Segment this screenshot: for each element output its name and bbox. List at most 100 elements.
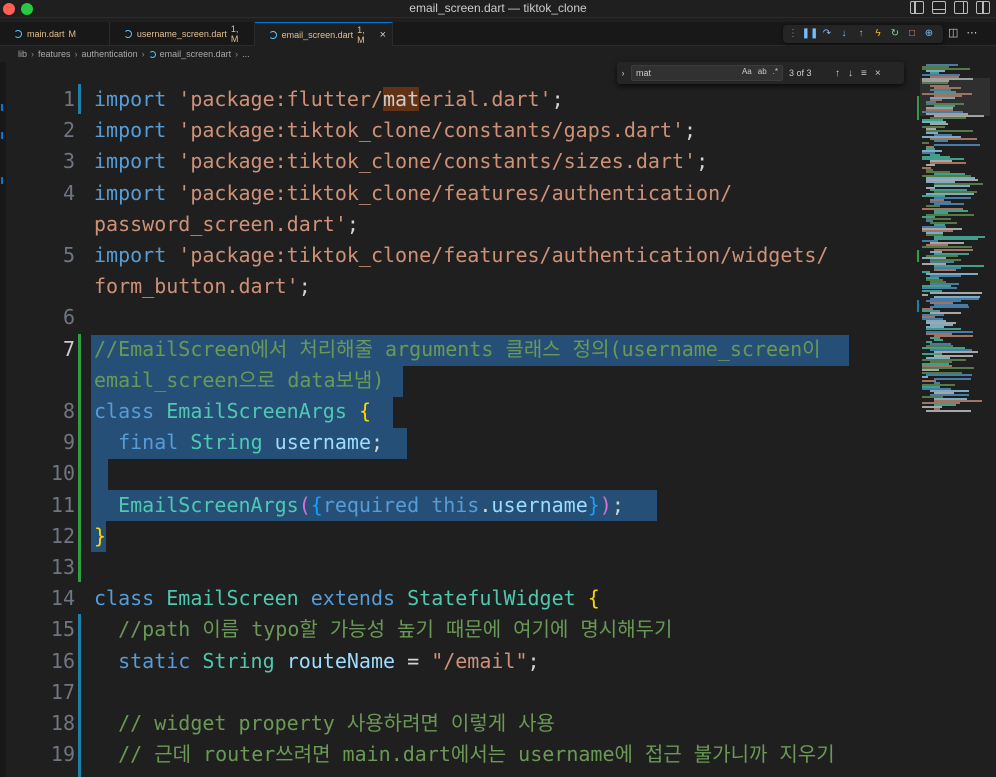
- window-title: email_screen.dart — tiktok_clone: [409, 1, 587, 15]
- code-token: import: [94, 243, 167, 267]
- minimap-line: [934, 269, 956, 271]
- code-editor[interactable]: 1 import 'package:flutter/material.dart';…: [0, 84, 915, 777]
- step-over-icon[interactable]: ↷: [822, 28, 832, 40]
- code-line[interactable]: EmailScreenArgs({required this.username}…: [94, 490, 624, 521]
- close-find-icon[interactable]: ×: [875, 68, 881, 79]
- breadcrumb-item[interactable]: ...: [242, 49, 250, 59]
- line-number: 2: [62, 118, 75, 143]
- line-number: 16: [50, 648, 75, 673]
- code-token: {: [310, 492, 323, 517]
- pause-icon[interactable]: ❚❚: [802, 28, 819, 40]
- code-token: EmailScreenArgs: [166, 399, 347, 423]
- code-token: {: [587, 586, 600, 611]
- code-token: //EmailScreen에서 처리해줄 arguments 클래스 정의(us…: [94, 336, 821, 361]
- code-line[interactable]: import 'package:tiktok_clone/features/au…: [94, 240, 829, 271]
- code-line[interactable]: // widget property 사용하려면 이렇게 사용: [94, 708, 555, 739]
- breadcrumb: lib › features › authentication › email_…: [18, 47, 250, 61]
- code-token: "/email": [431, 648, 528, 673]
- previous-match-icon[interactable]: ↑: [835, 68, 840, 79]
- dart-file-icon: [148, 50, 156, 58]
- code-token: ;: [527, 648, 540, 673]
- code-token: ): [599, 492, 612, 517]
- code-token: extends: [310, 586, 396, 611]
- toggle-primary-sidebar-icon[interactable]: [910, 1, 924, 14]
- regex-toggle[interactable]: .*: [773, 67, 778, 76]
- code-line[interactable]: }: [94, 521, 106, 552]
- minimap-line: [934, 184, 970, 187]
- customize-layout-icon[interactable]: [976, 1, 990, 14]
- stop-icon[interactable]: □: [907, 28, 917, 40]
- minimap-line: [930, 162, 966, 165]
- code-token: 'package:flutter/: [178, 87, 383, 111]
- debug-toolbar: ⋮ ❚❚ ↷ ↓ ↑ ϟ ↻ □ ⊕: [783, 25, 943, 43]
- next-match-icon[interactable]: ↓: [848, 68, 853, 79]
- find-query: mat: [636, 68, 652, 78]
- code-token: static: [118, 648, 191, 673]
- open-devtools-icon[interactable]: ⊕: [924, 28, 934, 40]
- toggle-panel-icon[interactable]: [932, 1, 946, 14]
- code-token: class: [94, 586, 155, 611]
- code-token: (: [298, 492, 311, 517]
- tab-email-screen[interactable]: email_screen.dart 1, M ×: [255, 22, 393, 46]
- code-line[interactable]: import 'package:tiktok_clone/constants/g…: [94, 115, 696, 146]
- code-line[interactable]: form_button.dart';: [94, 271, 311, 302]
- tab-status: 1, M: [357, 24, 365, 45]
- code-line[interactable]: class EmailScreen extends StatefulWidget…: [94, 583, 600, 614]
- hot-reload-icon[interactable]: ϟ: [873, 28, 883, 40]
- close-tab-icon[interactable]: ×: [380, 29, 386, 41]
- split-editor-icon[interactable]: ◫: [948, 26, 958, 39]
- match-case-toggle[interactable]: Aa: [742, 67, 752, 76]
- tab-username-screen[interactable]: username_screen.dart 1, M: [110, 22, 255, 46]
- minimap[interactable]: [920, 62, 992, 422]
- tab-main-dart[interactable]: main.dart M: [0, 22, 110, 46]
- code-line[interactable]: class EmailScreenArgs {: [94, 396, 371, 427]
- drag-handle-icon[interactable]: ⋮: [788, 28, 798, 40]
- code-token: // widget property 사용하려면 이렇게 사용: [118, 711, 555, 735]
- code-line[interactable]: import 'package:flutter/material.dart';: [94, 84, 564, 115]
- code-line[interactable]: password_screen.dart';: [94, 209, 359, 240]
- toggle-replace-icon[interactable]: ›: [617, 68, 629, 78]
- restart-icon[interactable]: ↻: [890, 28, 900, 40]
- minimap-line: [926, 373, 972, 376]
- code-token: import: [94, 118, 167, 143]
- whole-word-toggle[interactable]: ab: [758, 67, 767, 76]
- minimap-line: [922, 375, 928, 378]
- git-added-marker: [78, 334, 81, 582]
- code-line[interactable]: final String username;: [94, 427, 383, 458]
- minimap-line: [930, 305, 969, 308]
- code-line[interactable]: // 근데 router쓰려면 main.dart에서는 username에 접…: [94, 739, 835, 770]
- code-line[interactable]: //path 이름 typo할 가능성 높기 때문에 여기에 명시해두기: [94, 614, 672, 645]
- title-bar: email_screen.dart — tiktok_clone: [0, 0, 996, 18]
- chevron-right-icon: ›: [235, 49, 239, 59]
- breadcrumb-item[interactable]: email_screen.dart: [160, 49, 232, 59]
- toggle-secondary-sidebar-icon[interactable]: [954, 1, 968, 14]
- breadcrumb-item[interactable]: authentication: [82, 49, 138, 59]
- code-line[interactable]: email_screen으로 data보냄): [94, 365, 384, 396]
- step-into-icon[interactable]: ↓: [839, 28, 849, 40]
- tab-label: username_screen.dart: [136, 29, 227, 39]
- code-token: 'package:tiktok_clone/features/authentic…: [178, 243, 829, 267]
- minimap-viewport[interactable]: [920, 78, 990, 116]
- line-number: 5: [62, 243, 75, 267]
- code-token: 'package:tiktok_clone/features/authentic…: [178, 180, 733, 205]
- line-number: 6: [62, 305, 75, 330]
- code-line[interactable]: static String routeName = "/email";: [94, 646, 540, 677]
- more-actions-icon[interactable]: ⋯: [966, 26, 977, 39]
- code-line[interactable]: //EmailScreen에서 처리해줄 arguments 클래스 정의(us…: [94, 334, 821, 365]
- code-line[interactable]: import 'package:tiktok_clone/features/au…: [94, 178, 732, 209]
- breadcrumb-item[interactable]: lib: [18, 49, 27, 59]
- find-in-selection-icon[interactable]: ≡: [861, 68, 867, 79]
- code-line[interactable]: import 'package:tiktok_clone/constants/s…: [94, 146, 708, 177]
- breadcrumb-item[interactable]: features: [38, 49, 71, 59]
- step-out-icon[interactable]: ↑: [856, 28, 866, 40]
- find-input[interactable]: mat Aa ab .*: [631, 65, 783, 81]
